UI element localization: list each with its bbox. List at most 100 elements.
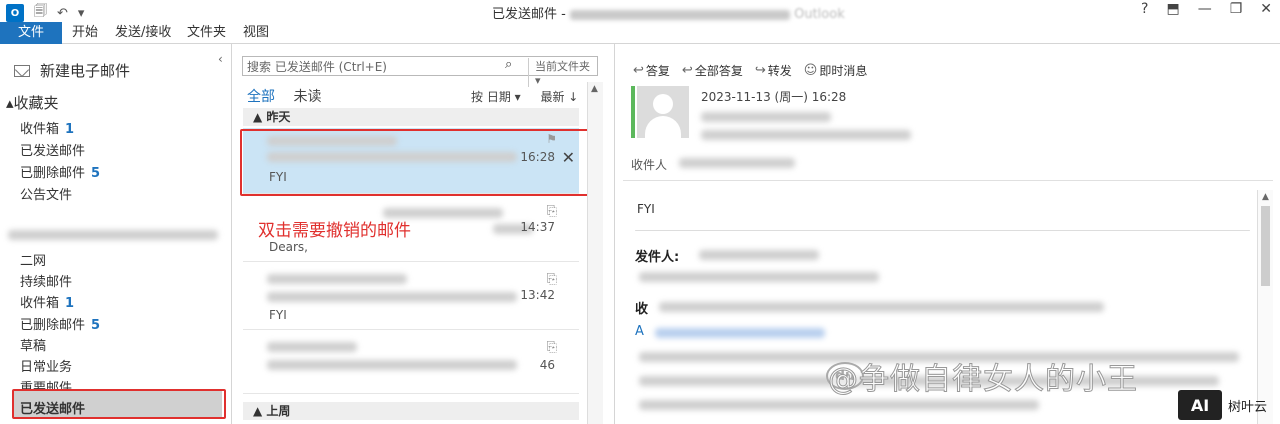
new-mail-button[interactable]: 新建电子邮件 [14,60,130,81]
folder-label: 二网 [20,254,47,269]
body-recipients-label: 收 [635,302,649,317]
mail-time: 13:42 [520,288,555,302]
folder-ongoing[interactable]: 持续邮件 [20,271,72,290]
unread-count: 1 [65,296,75,311]
unread-count: 5 [91,318,101,333]
reply-button[interactable]: ↩ 答复 [633,62,670,79]
mail-item[interactable]: 46 ⎘ [243,332,579,394]
folder-label: 已删除邮件 [20,318,86,333]
logo-text: 树叶云 [1228,399,1268,415]
restore-button[interactable]: ❐ [1230,1,1243,17]
reply-all-icon: ↩ [681,63,693,78]
watermark-text: @争做自律女人的小王 [828,362,1138,398]
subject-redacted [267,292,517,302]
avatar-body [645,116,681,138]
mail-time: 14:37 [520,220,555,234]
undo-icon[interactable]: ↶ [57,6,68,21]
quick-access-toolbar: O 🗐 ↶ ▾ [6,2,84,24]
window-controls: ? ⬒ — ❐ ✕ [1141,1,1272,17]
reply-actions: ↩ 答复 ↩ 全部答复 ↪ 转发 ☺ 即时消息 [633,62,867,79]
folder-label: 收件箱 [20,296,60,311]
window-title: 已发送邮件 - Outlook [492,7,845,22]
mail-item[interactable]: 13:42 FYI ⎘ [243,264,579,330]
tab-file[interactable]: 文件 [0,22,62,44]
folder-pane: 新建电子邮件 ‹ ▴收藏夹 收件箱 1 已发送邮件 已删除邮件 5 公告文件 二网 … [0,44,232,424]
reply-label: 答复 [645,64,670,78]
tab-folder[interactable]: 文件夹 [187,22,226,44]
folder-label: 已发送邮件 [20,144,86,159]
scroll-thumb[interactable] [1261,206,1270,286]
body-divider [635,230,1250,231]
search-icon[interactable]: ⌕ [505,57,512,72]
favorite-inbox[interactable]: 收件箱 1 [20,118,74,137]
folder-inbox[interactable]: 收件箱 1 [20,292,74,311]
body-line-redacted [639,400,1039,410]
folder-highlight-box [12,389,226,419]
mail-time: 46 [539,358,555,372]
header-divider [623,180,1273,181]
body-date-redacted [639,272,879,282]
help-button[interactable]: ? [1141,1,1148,17]
folder-label: 公告文件 [20,188,73,203]
collapse-pane-icon[interactable]: ‹ [218,52,223,66]
favorite-deleted[interactable]: 已删除邮件 5 [20,162,100,181]
group-last-week[interactable]: ▲ 上周 [243,402,579,420]
folder-erwang[interactable]: 二网 [20,250,46,269]
folder-daily[interactable]: 日常业务 [20,356,72,375]
folder-drafts[interactable]: 草稿 [20,335,46,354]
body-link-redacted[interactable] [655,328,825,338]
presence-indicator [631,86,635,138]
forward-label: 转发 [767,64,792,78]
send-receive-icon[interactable]: 🗐 [34,2,47,24]
body-from-redacted [699,250,819,260]
title-bar: O 🗐 ↶ ▾ 已发送邮件 - Outlook ? ⬒ — ❐ ✕ [0,0,1280,22]
body-recipients-redacted [659,302,1104,312]
annotation-text: 双击需要撤销的邮件 [258,221,411,241]
avatar[interactable] [637,86,689,138]
forward-icon: ↪ [754,63,766,78]
filter-unread[interactable]: 未读 [293,89,321,105]
logo-badge: AI [1178,390,1222,420]
sort-order[interactable]: 最新 ↓ [540,90,578,104]
scroll-up-icon[interactable]: ▲ [1262,192,1269,202]
reply-icon: ↩ [633,63,644,78]
group-yesterday[interactable]: ▲ 昨天 [243,108,579,126]
mail-snippet: Dears, [269,240,308,254]
unread-count: 5 [91,166,101,181]
sort-by-date[interactable]: 按 日期 ▾ [471,90,521,104]
reply-all-button[interactable]: ↩ 全部答复 [682,62,743,79]
search-box[interactable]: 搜索 已发送邮件 (Ctrl+E) ⌕ 当前文件夹 ▾ [242,56,598,87]
message-list-scrollbar[interactable]: ▲ [587,82,603,424]
search-input[interactable]: 搜索 已发送邮件 (Ctrl+E) [247,58,387,75]
customize-toolbar-icon[interactable]: ▾ [78,6,85,21]
avatar-head [653,94,673,114]
mail-date: 2023-11-13 (周一) 16:28 [701,90,847,104]
tab-home[interactable]: 开始 [72,22,98,44]
site-logo: AI 树叶云 [1178,390,1267,420]
sender-redacted [267,342,357,352]
folder-label: 收件箱 [20,122,60,137]
tab-send-receive[interactable]: 发送/接收 [115,22,171,44]
forward-button[interactable]: ↪ 转发 [755,62,792,79]
mail-highlight-box [240,129,590,196]
minimize-button[interactable]: — [1198,1,1212,17]
close-button[interactable]: ✕ [1260,1,1272,17]
tab-view[interactable]: 视图 [243,22,269,44]
favorite-announcements[interactable]: 公告文件 [20,184,72,203]
scroll-up-icon[interactable]: ▲ [591,84,598,94]
folder-label: 草稿 [20,339,47,354]
folder-deleted[interactable]: 已删除邮件 5 [20,314,100,333]
body-link-prefix: A [635,324,644,339]
account-header-redacted[interactable] [8,230,218,240]
ribbon-display-button[interactable]: ⬒ [1166,1,1179,17]
favorites-header[interactable]: ▴收藏夹 [6,92,59,113]
outlook-app-icon: O [6,4,24,22]
mail-snippet: FYI [269,308,287,322]
instant-message-label: 即时消息 [819,64,868,78]
search-scope-label: 当前文件夹 [535,60,590,73]
favorite-sent[interactable]: 已发送邮件 [20,140,85,159]
reading-pane-scrollbar[interactable]: ▲ [1257,190,1273,424]
instant-message-button[interactable]: ☺ 即时消息 [804,62,868,79]
recipient-redacted[interactable] [679,158,795,168]
filter-all[interactable]: 全部 [247,89,275,105]
